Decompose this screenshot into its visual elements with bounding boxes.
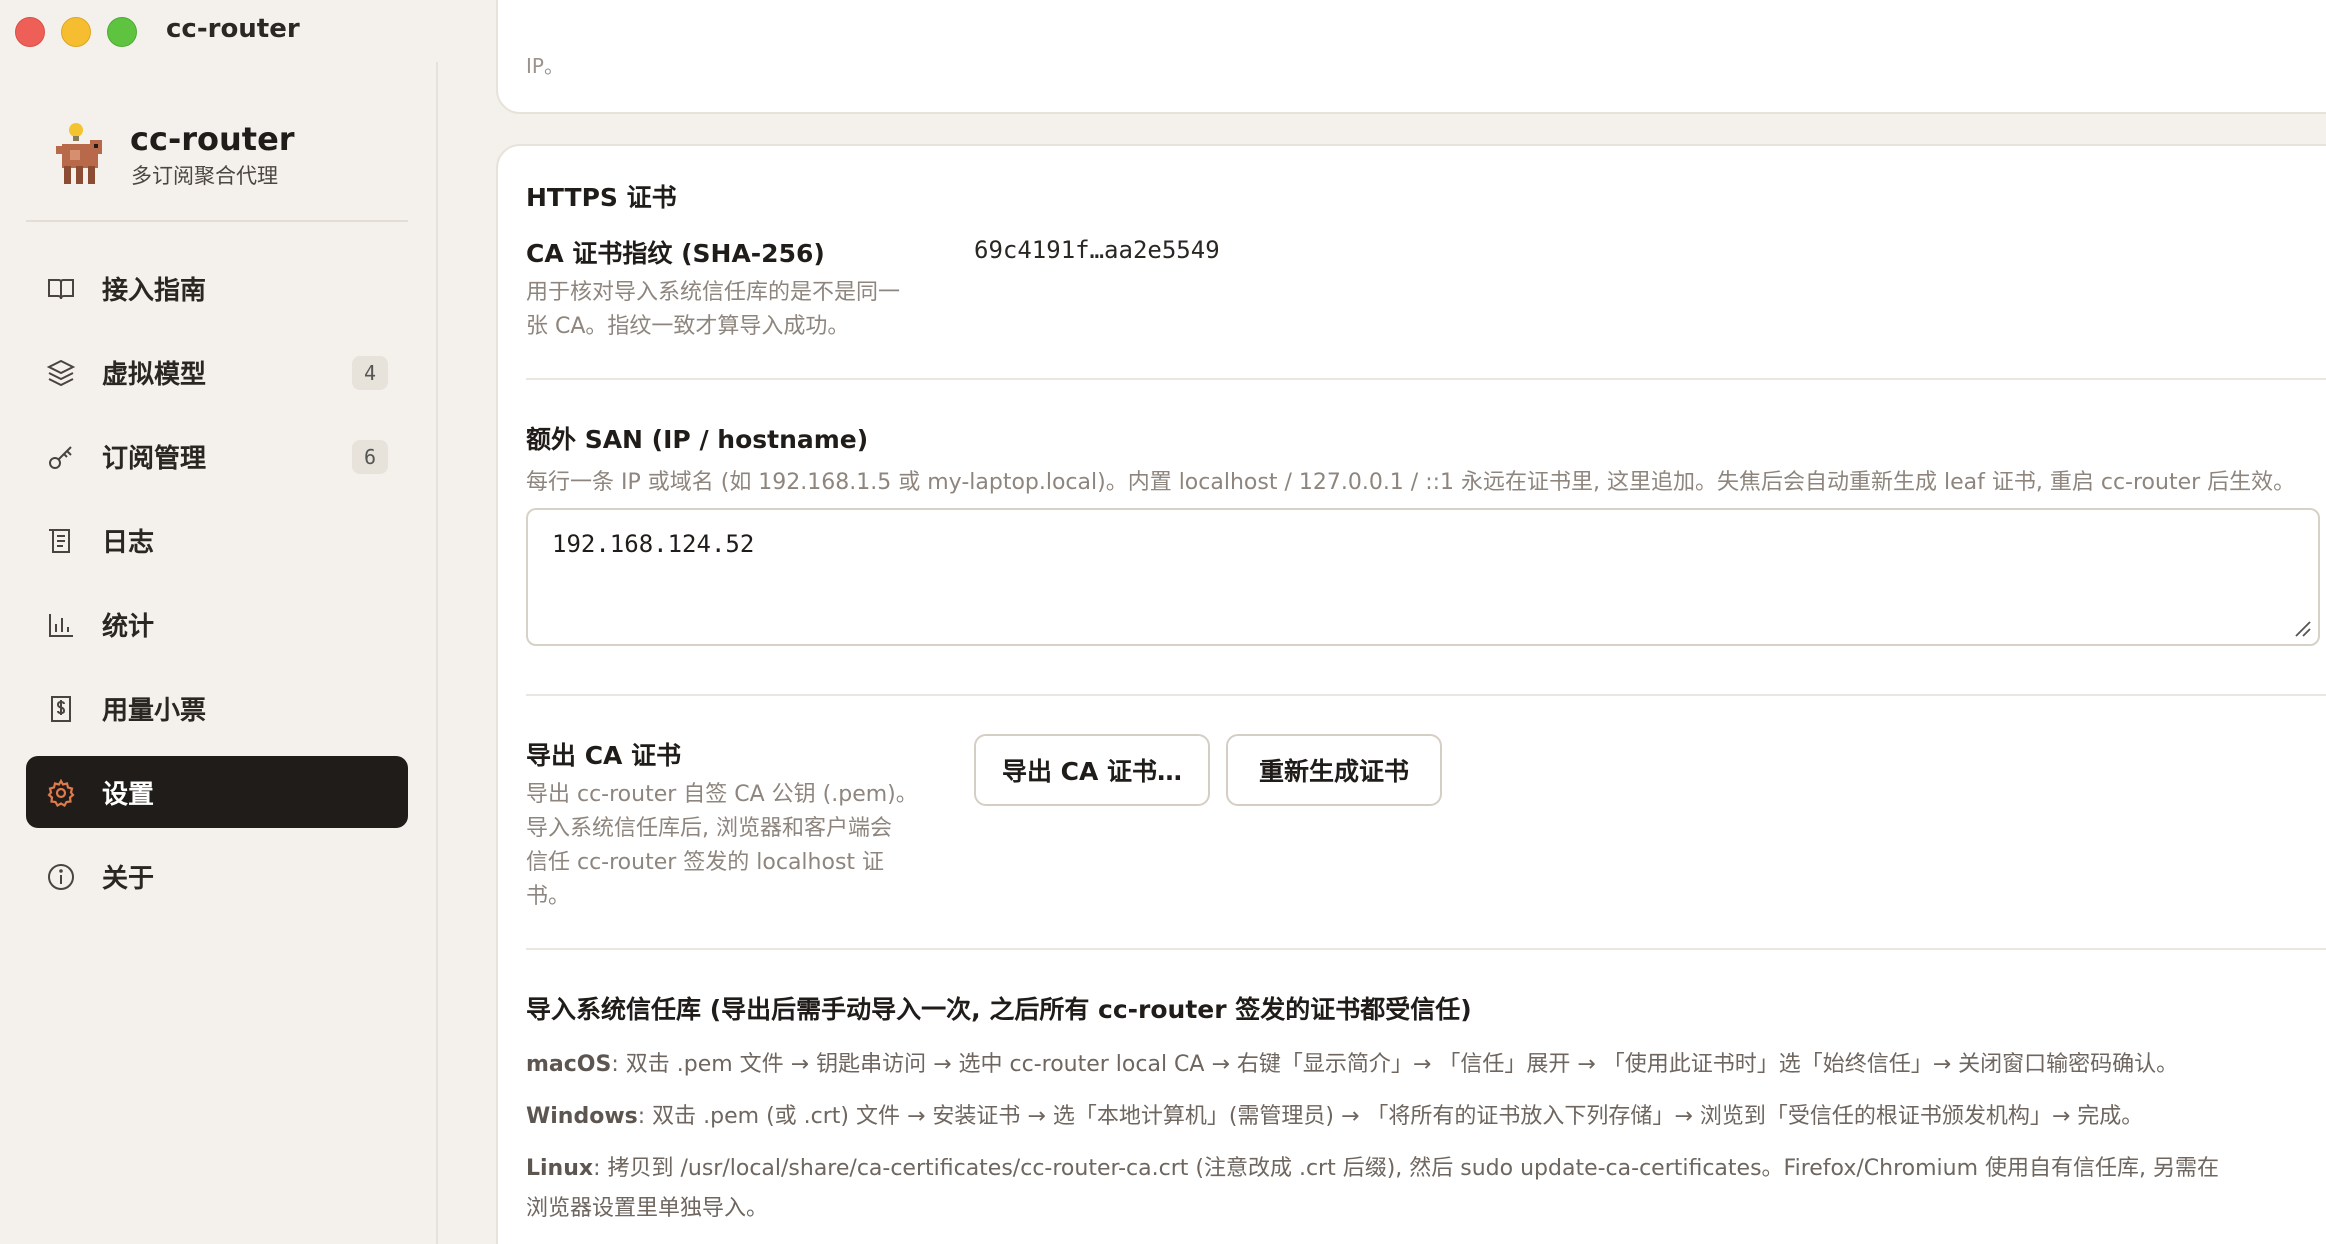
sidebar-item-subscriptions[interactable]: 订阅管理 6 <box>26 420 408 492</box>
gear-icon <box>47 778 75 808</box>
sidebar-item-label: 用量小票 <box>102 695 207 726</box>
layers-icon <box>46 359 76 387</box>
sidebar-item-guide[interactable]: 接入指南 <box>26 252 408 324</box>
sidebar-item-label: 设置 <box>102 779 155 810</box>
export-ca-button[interactable]: 导出 CA 证书… <box>974 734 1210 806</box>
row-divider <box>526 694 2326 696</box>
export-help-line3: 信任 cc-router 签发的 localhost 证 <box>526 850 885 875</box>
resize-handle-icon[interactable] <box>2290 616 2312 638</box>
sidebar-item-label: 日志 <box>102 527 155 558</box>
trust-windows-line: Windows: 双击 .pem (或 .crt) 文件 → 安装证书 → 选「… <box>526 1098 2143 1130</box>
san-textarea[interactable]: 192.168.124.52 <box>526 508 2320 646</box>
trust-linux-line: Linux: 拷贝到 /usr/local/share/ca-certifica… <box>526 1150 2219 1182</box>
trust-store-title: 导入系统信任库 (导出后需手动导入一次, 之后所有 cc-router 签发的证… <box>526 995 1472 1024</box>
export-help-line2: 导入系统信任库后, 浏览器和客户端会 <box>526 816 892 841</box>
sidebar-nav: 接入指南 虚拟模型 4 订阅管理 6 日志 统计 用量小票 设置 关于 <box>26 252 408 924</box>
count-badge: 4 <box>352 356 388 390</box>
window-title: cc-router <box>166 14 300 44</box>
main-content: IP。 HTTPS 证书 CA 证书指纹 (SHA-256) 用于核对导入系统信… <box>436 0 2326 1244</box>
sidebar-item-receipts[interactable]: 用量小票 <box>26 672 408 744</box>
sidebar-item-about[interactable]: 关于 <box>26 840 408 912</box>
trust-linux-line-continued: 浏览器设置里单独导入。 <box>526 1196 769 1221</box>
fingerprint-help-line2: 张 CA。指纹一致才算导入成功。 <box>526 314 850 339</box>
os-name: macOS <box>526 1052 612 1077</box>
fingerprint-help-line1: 用于核对导入系统信任库的是不是同一 <box>526 280 901 305</box>
count-badge: 6 <box>352 440 388 474</box>
minimize-window-button[interactable] <box>61 17 91 47</box>
sidebar-item-virtual-models[interactable]: 虚拟模型 4 <box>26 336 408 408</box>
sidebar-item-label: 接入指南 <box>102 275 207 306</box>
sidebar-item-label: 虚拟模型 <box>102 359 207 390</box>
scroll-icon <box>49 529 70 553</box>
row-divider <box>526 378 2326 380</box>
app-logo-icon <box>56 123 102 184</box>
trust-linux-text: : 拷贝到 /usr/local/share/ca-certificates/c… <box>593 1156 2219 1181</box>
sidebar-item-label: 订阅管理 <box>102 443 207 474</box>
zoom-window-button[interactable] <box>107 17 137 47</box>
close-window-button[interactable] <box>15 17 45 47</box>
sidebar-item-logs[interactable]: 日志 <box>26 504 408 576</box>
regenerate-cert-button[interactable]: 重新生成证书 <box>1226 734 1442 806</box>
sidebar-item-settings[interactable]: 设置 <box>26 756 408 828</box>
san-label: 额外 SAN (IP / hostname) <box>526 425 869 454</box>
os-name: Windows <box>526 1104 638 1129</box>
key-icon <box>49 446 72 469</box>
brand-subtitle: 多订阅聚合代理 <box>131 164 278 188</box>
trust-macos-line: macOS: 双击 .pem 文件 → 钥匙串访问 → 选中 cc-router… <box>526 1046 2178 1078</box>
book-icon <box>48 279 74 300</box>
previous-card-trailing-text: IP。 <box>526 54 564 78</box>
receipt-icon <box>51 696 71 722</box>
export-ca-label: 导出 CA 证书 <box>526 741 682 770</box>
info-icon <box>48 864 74 890</box>
bar-chart-icon <box>49 614 73 637</box>
san-textarea-value: 192.168.124.52 <box>552 530 755 558</box>
sidebar-divider <box>26 220 408 222</box>
sidebar-item-label: 统计 <box>102 611 155 642</box>
brand-name: cc-router <box>130 120 295 158</box>
fingerprint-label: CA 证书指纹 (SHA-256) <box>526 239 825 268</box>
export-help-line4: 书。 <box>526 884 571 909</box>
previous-settings-card <box>496 0 2326 114</box>
san-help: 每行一条 IP 或域名 (如 192.168.1.5 或 my-laptop.l… <box>526 470 2296 495</box>
row-divider <box>526 948 2326 950</box>
trust-windows-text: : 双击 .pem (或 .crt) 文件 → 安装证书 → 选「本地计算机」(… <box>637 1104 2144 1129</box>
trust-macos-text: : 双击 .pem 文件 → 钥匙串访问 → 选中 cc-router loca… <box>611 1052 2179 1077</box>
os-name: Linux <box>526 1156 594 1181</box>
section-title: HTTPS 证书 <box>526 183 677 212</box>
fingerprint-value: 69c4191f…aa2e5549 <box>974 236 1220 264</box>
export-help-line1: 导出 cc-router 自签 CA 公钥 (.pem)。 <box>526 782 918 807</box>
sidebar: cc-router 多订阅聚合代理 接入指南 虚拟模型 4 订阅管理 6 日志 … <box>0 62 438 1244</box>
sidebar-item-stats[interactable]: 统计 <box>26 588 408 660</box>
sidebar-item-label: 关于 <box>102 863 155 894</box>
